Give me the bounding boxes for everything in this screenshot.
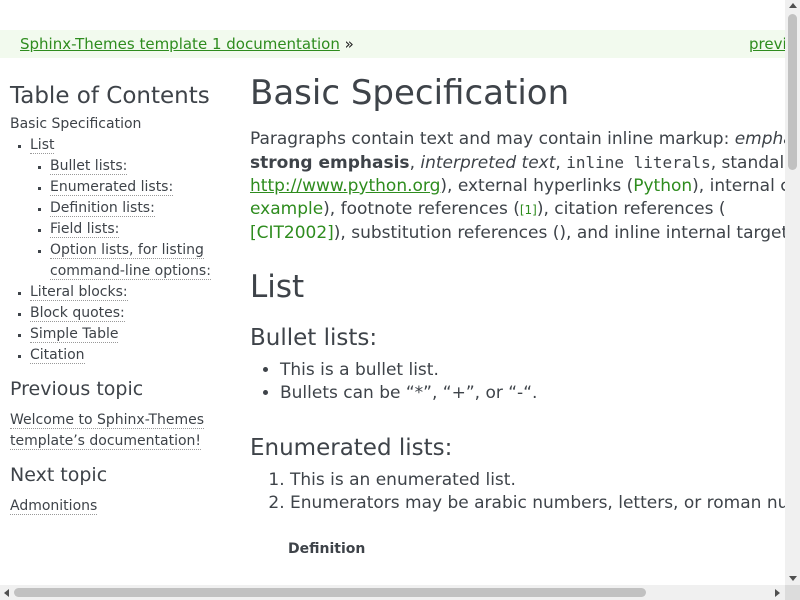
intro-text: ), external hyperlinks ( — [440, 176, 634, 196]
intro-text: , — [409, 153, 421, 173]
toc-item: Citation — [30, 345, 220, 366]
citation-reference-link[interactable]: [CIT2002] — [250, 223, 334, 243]
toc-item: Block quotes: — [30, 303, 220, 324]
list-item: This is an enumerated list. — [290, 469, 785, 492]
page-viewport: Sphinx-Themes template 1 documentation »… — [0, 0, 785, 585]
intro-text: Paragraphs contain text and may contain … — [250, 129, 735, 149]
toc-link-citation[interactable]: Citation — [30, 347, 85, 364]
toc-item: Option lists, for listing command-line o… — [50, 240, 220, 282]
horizontal-scrollbar[interactable] — [0, 585, 785, 600]
enumerated-lists-heading: Enumerated lists: — [250, 435, 453, 461]
bullet-lists-heading: Bullet lists: — [250, 325, 378, 351]
previous-topic: Welcome to Sphinx-Themes template’s docu… — [10, 410, 220, 452]
list-item: Enumerators may be arabic numbers, lette… — [290, 492, 785, 515]
previous-topic-link[interactable]: Welcome to Sphinx-Themes template’s docu… — [10, 412, 205, 450]
toc-link-definition-lists[interactable]: Definition lists: — [50, 200, 155, 217]
definition-term: Definition — [288, 541, 366, 557]
toc-link-enumerated-lists[interactable]: Enumerated lists: — [50, 179, 174, 196]
toc-link-field-lists[interactable]: Field lists: — [50, 221, 120, 238]
intro-text: , — [555, 153, 567, 173]
python-external-link[interactable]: Python — [633, 176, 692, 196]
toc-item: Literal blocks: — [30, 282, 220, 303]
sidebar: Table of Contents Basic Specification Li… — [10, 78, 220, 517]
footnote-reference-link[interactable]: [1] — [520, 203, 537, 217]
list-item: Bullets can be “*”, “+”, or “-“. — [280, 382, 785, 405]
toc-item: Enumerated lists: — [50, 177, 220, 198]
toc-item: List Bullet lists: Enumerated lists: Def… — [30, 135, 220, 282]
toc-sublist: List Bullet lists: Enumerated lists: Def… — [30, 135, 220, 366]
list-section-heading: List — [250, 269, 305, 305]
python-org-url-link[interactable]: http://www.python.org — [250, 176, 440, 196]
next-topic-link[interactable]: Admonitions — [10, 498, 98, 515]
strong-emphasis-text: strong emphasis — [250, 153, 410, 173]
list-item: This is a bullet list. — [280, 359, 785, 382]
toc-list: Basic Specification List Bullet lists: E… — [10, 114, 220, 366]
toc-link-bullet-lists[interactable]: Bullet lists: — [50, 158, 128, 175]
scroll-down-arrow-icon[interactable] — [789, 576, 797, 581]
toc-link-simple-table[interactable]: Simple Table — [30, 326, 119, 343]
toc-link-list[interactable]: List — [30, 137, 55, 154]
vertical-scrollbar[interactable] — [785, 0, 800, 585]
next-topic-heading: Next topic — [10, 464, 108, 486]
toc-heading-link[interactable]: Table of Contents — [10, 83, 210, 109]
previous-topic-heading: Previous topic — [10, 378, 144, 400]
scroll-left-arrow-icon[interactable] — [4, 589, 9, 597]
enumerated-list: This is an enumerated list. Enumerators … — [250, 469, 785, 515]
toc-sublist: Bullet lists: Enumerated lists: Definiti… — [50, 156, 220, 282]
bullet-list: This is a bullet list. Bullets can be “*… — [250, 359, 785, 405]
intro-text: ), internal cross-references ( — [692, 176, 785, 196]
main-content: Basic Specification Paragraphs contain t… — [250, 72, 785, 557]
interpreted-text: interpreted text — [420, 153, 556, 173]
intro-paragraph: Paragraphs contain text and may contain … — [250, 128, 785, 245]
toc-item: Bullet lists: — [50, 156, 220, 177]
toc-heading: Table of Contents — [10, 78, 220, 114]
toc-item: Simple Table — [30, 324, 220, 345]
scroll-right-arrow-icon[interactable] — [775, 589, 780, 597]
horizontal-scroll-thumb[interactable] — [14, 588, 646, 597]
page-title: Basic Specification — [250, 73, 570, 113]
toc-item: Definition lists: — [50, 198, 220, 219]
toc-link-literal-blocks[interactable]: Literal blocks: — [30, 284, 128, 301]
emphasis-text: emphasis — [734, 129, 785, 149]
toc-item: Basic Specification List Bullet lists: E… — [10, 114, 220, 366]
toc-link-block-quotes[interactable]: Block quotes: — [30, 305, 125, 322]
toc-link-basic-specification[interactable]: Basic Specification — [10, 116, 141, 132]
related-navigation-bar: Sphinx-Themes template 1 documentation »… — [0, 30, 785, 58]
inline-literal: inline literals — [566, 153, 711, 172]
breadcrumb: Sphinx-Themes template 1 documentation » — [20, 30, 354, 58]
example-internal-link[interactable]: example — [250, 199, 323, 219]
next-topic: Admonitions — [10, 496, 220, 517]
previous-page-link[interactable]: previous — [749, 30, 785, 58]
breadcrumb-separator: » — [344, 35, 354, 53]
vertical-scroll-thumb[interactable] — [788, 14, 797, 170]
intro-text: , standalone hyperlinks ( — [710, 153, 785, 173]
project-home-link[interactable]: Sphinx-Themes template 1 documentation — [20, 35, 340, 53]
toc-link-option-lists[interactable]: Option lists, for listing command-line o… — [50, 242, 211, 280]
scroll-up-arrow-icon[interactable] — [789, 3, 797, 8]
intro-text: ), substitution references (), and inlin… — [333, 223, 785, 243]
intro-text: ), citation references ( — [536, 199, 726, 219]
scrollbar-corner — [785, 585, 800, 600]
intro-text: ), footnote references ( — [323, 199, 520, 219]
toc-item: Field lists: — [50, 219, 220, 240]
